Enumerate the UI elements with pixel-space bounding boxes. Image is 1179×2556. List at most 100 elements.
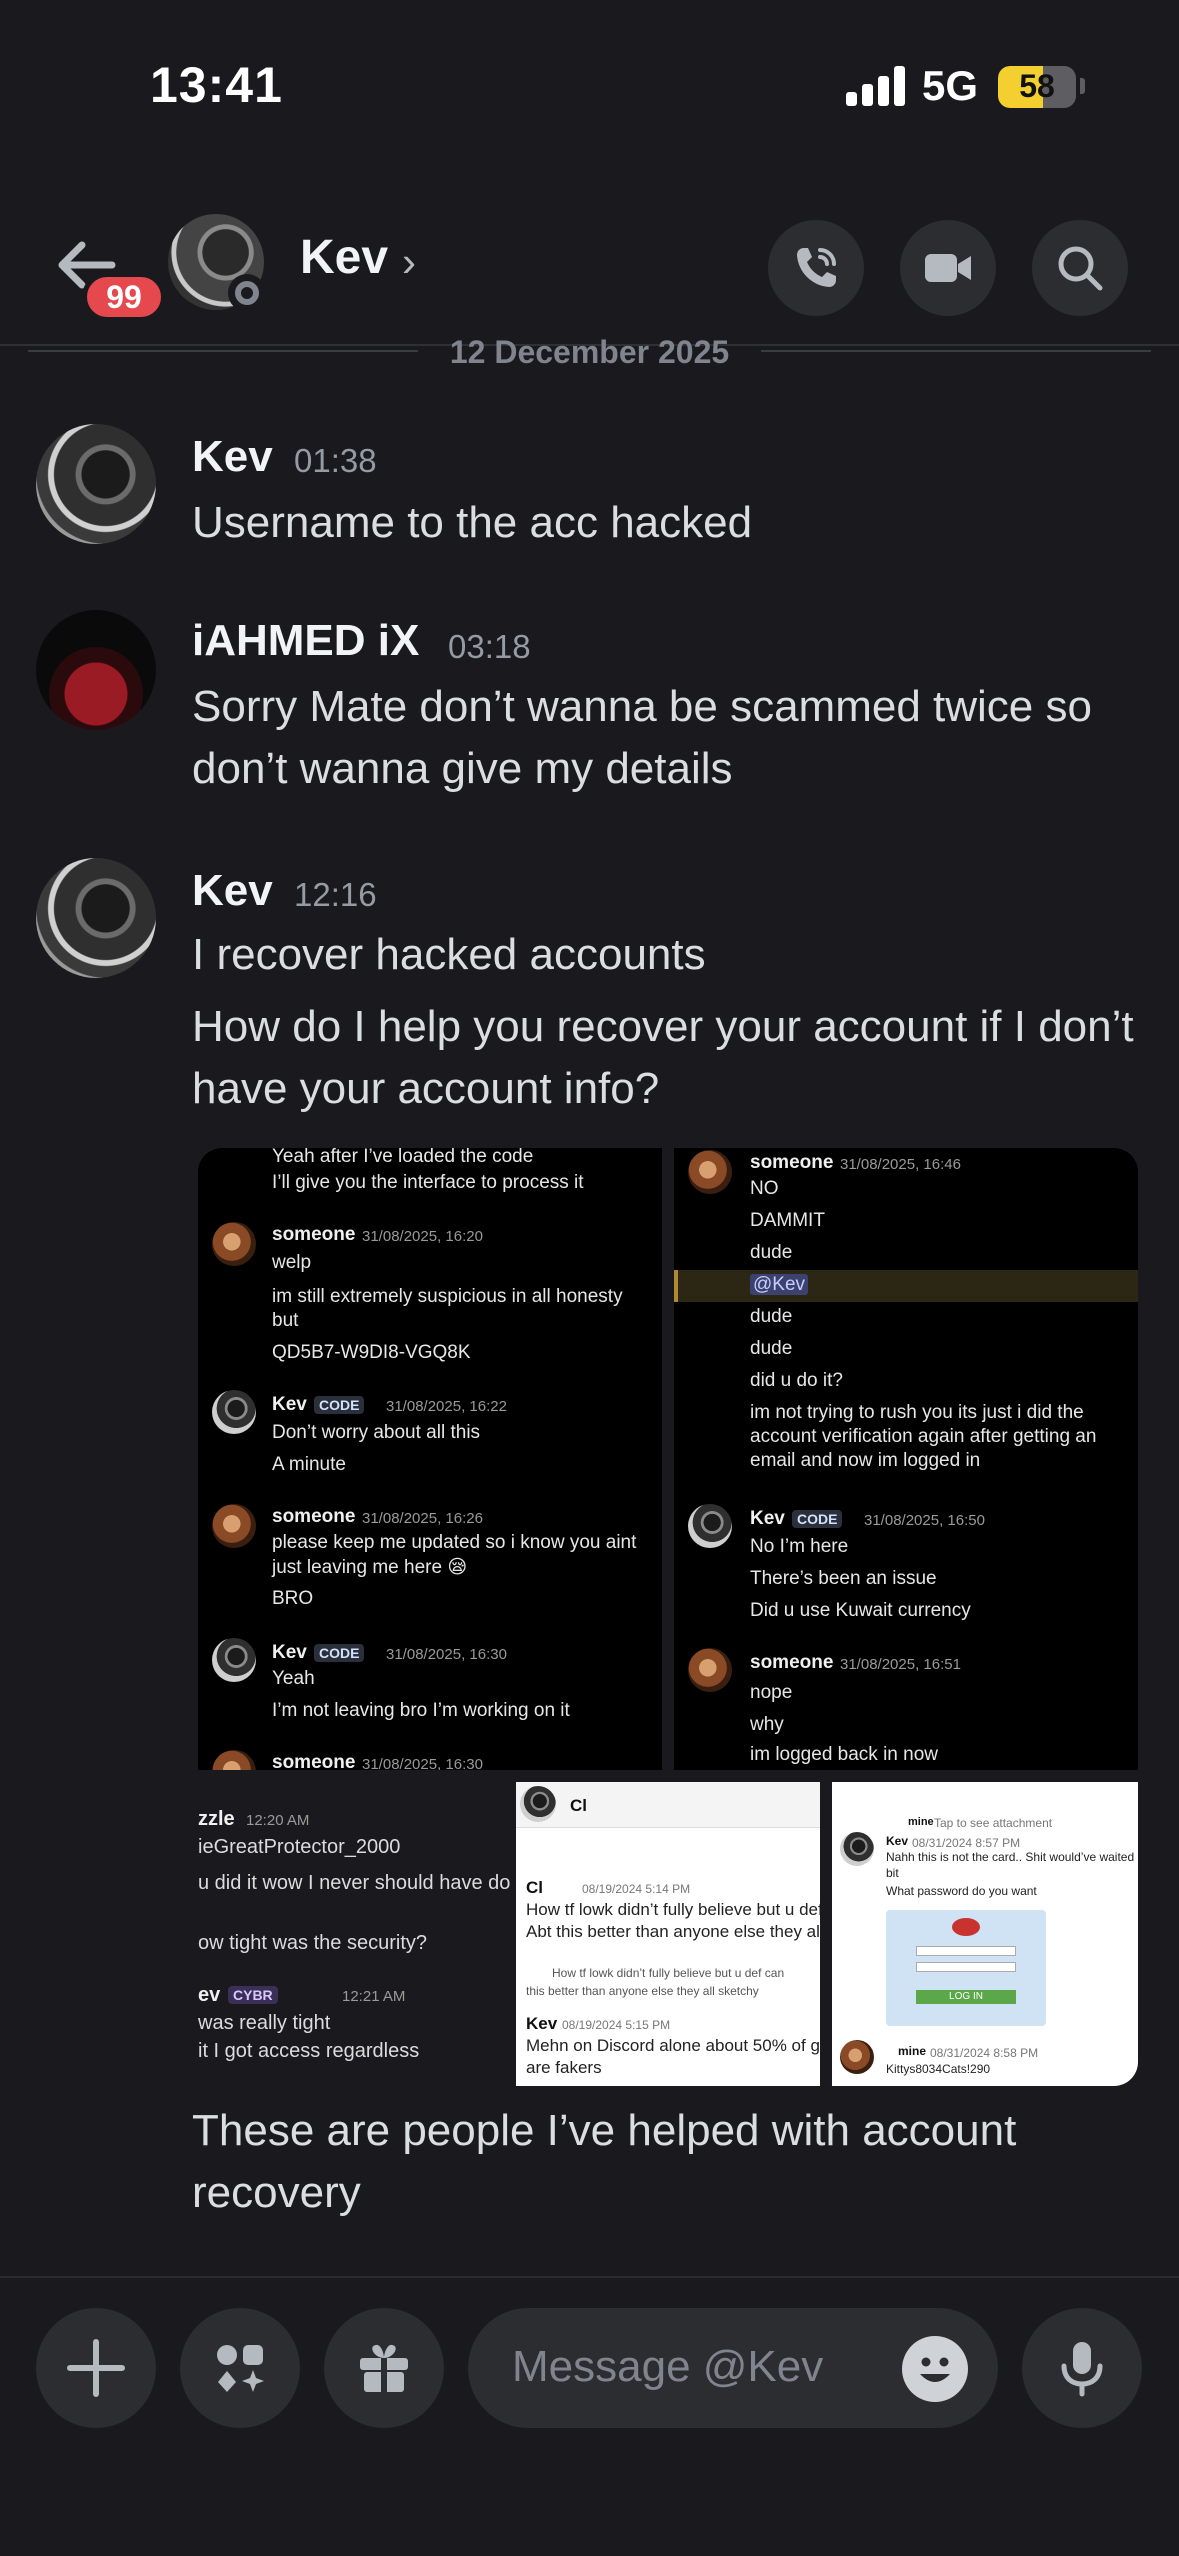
screenshot-text: @Kev	[750, 1274, 809, 1296]
search-icon	[1058, 246, 1103, 291]
apps-icon	[217, 2345, 264, 2392]
message-placeholder: Message @Kev	[512, 2342, 824, 2391]
password-field	[916, 1962, 1016, 1972]
screenshot-timestamp: Tap to see attachment	[934, 1816, 1053, 1830]
screenshot-text: Don’t worry about all this	[272, 1422, 481, 1443]
avatar	[688, 1150, 732, 1194]
screenshot-text: Abt this better than anyone else they al…	[526, 1922, 820, 1941]
screenshot-header	[516, 1782, 820, 1828]
avatar[interactable]	[36, 610, 156, 730]
unread-badge: 99	[82, 272, 166, 322]
battery-nub	[1080, 78, 1085, 94]
screenshot-timestamp: 08/31/2024 8:58 PM	[930, 2046, 1039, 2060]
voice-message-button[interactable]	[1022, 2308, 1142, 2428]
battery-level: 58	[1019, 68, 1055, 104]
screenshot-author: Kev	[750, 1508, 785, 1529]
screenshot-text: How tf lowk didn’t fully believe but u d…	[552, 1966, 785, 1980]
screenshot-text: Nahh this is not the card.. Shit would’v…	[886, 1850, 1138, 1864]
screenshot-timestamp: 31/08/2025, 16:46	[840, 1156, 961, 1173]
avatar[interactable]	[36, 858, 156, 978]
attachment-image[interactable]: zzle 12:20 AM ieGreatProtector_2000 u di…	[198, 1780, 510, 2086]
status-bar: 13:41 5G 58	[0, 0, 1179, 170]
avatar	[840, 2040, 874, 2074]
avatar	[212, 1222, 256, 1266]
date-label: 12 December 2025	[449, 334, 730, 370]
screenshot-timestamp: 31/08/2025, 16:51	[840, 1656, 961, 1673]
screenshot-text: How tf lowk didn’t fully believe but u d…	[526, 1900, 820, 1919]
screenshot-timestamp: 31/08/2025, 16:50	[864, 1512, 985, 1529]
screenshot-author: Kev	[272, 1642, 307, 1663]
screenshot-text: There’s been an issue	[750, 1568, 937, 1589]
role-badge: CYBR	[228, 1986, 278, 2004]
screenshot-timestamp: 08/19/2024 5:15 PM	[562, 2018, 671, 2032]
message-input[interactable]: Message @Kev	[468, 2308, 998, 2428]
avatar	[520, 1786, 556, 1822]
attachment-image[interactable]: someone 31/08/2025, 16:46 NO DAMMIT dude…	[674, 1148, 1138, 1770]
screenshot-text: NO	[750, 1178, 779, 1199]
gift-button[interactable]	[324, 2308, 444, 2428]
screenshot-author: Kev	[272, 1394, 307, 1415]
screenshot-text: please keep me updated so i know you ain…	[272, 1532, 637, 1553]
screenshot-timestamp: 08/19/2024 5:14 PM	[582, 1882, 691, 1896]
screenshot-text: Kittys8034Cats!290	[886, 2062, 991, 2076]
emoji-icon	[920, 2357, 950, 2382]
message-text: These are people I’ve helped with accoun…	[192, 2106, 1017, 2217]
screenshot-title: Cl	[570, 1796, 587, 1815]
screenshot-text: DAMMIT	[750, 1210, 825, 1231]
screenshot-text: im logged back in now	[750, 1744, 938, 1765]
screenshot-text: this better than anyone else they all sk…	[526, 1984, 759, 1998]
chat-title[interactable]: Kev	[300, 230, 388, 285]
emoji-button[interactable]	[902, 2336, 968, 2402]
message-timestamp: 03:18	[448, 628, 531, 665]
screenshot-author: someone	[750, 1652, 834, 1673]
video-call-button[interactable]	[900, 220, 996, 316]
microphone-icon	[1061, 2342, 1103, 2397]
screenshot-text: What password do you want	[886, 1884, 1037, 1898]
screenshot-text: im still extremely suspicious in all hon…	[272, 1286, 623, 1307]
screenshot-text: ieGreatProtector_2000	[198, 1836, 401, 1858]
screenshot-author: zzle	[198, 1808, 235, 1830]
screenshot-text: nope	[750, 1682, 793, 1703]
screenshot-text: are fakers	[526, 2058, 602, 2077]
screenshot-text: dude	[750, 1338, 793, 1359]
message-author[interactable]: Kev	[192, 432, 273, 482]
message-author[interactable]: iAHMED iX	[192, 616, 419, 666]
avatar[interactable]	[36, 424, 156, 544]
screenshot-author: someone	[272, 1752, 356, 1770]
screenshot-text: im not trying to rush you its just i did…	[750, 1402, 1084, 1423]
voice-call-button[interactable]	[768, 220, 864, 316]
message-text: Sorry Mate don’t wanna be scammed twice …	[192, 682, 1092, 793]
avatar	[212, 1504, 256, 1548]
role-badge: CODE	[314, 1396, 365, 1414]
apps-button[interactable]	[180, 2308, 300, 2428]
screenshot-text: but	[272, 1310, 299, 1331]
screenshot-author: mine	[908, 1816, 934, 1828]
battery-icon: 58	[998, 66, 1076, 108]
screenshot-author: ev	[198, 1984, 221, 2006]
role-badge: CODE	[314, 1644, 365, 1662]
screenshot-timestamp: 31/08/2025, 16:22	[386, 1398, 507, 1415]
screenshot-text: I’m not leaving bro I’m working on it	[272, 1700, 570, 1721]
chevron-right-icon[interactable]: ›	[402, 238, 416, 286]
screenshot-text: was really tight	[198, 2012, 331, 2034]
screenshot-timestamp: 31/08/2025, 16:20	[362, 1228, 483, 1245]
avatar	[212, 1638, 256, 1682]
attachment-image[interactable]: Cl Cl 08/19/2024 5:14 PM How tf lowk did…	[516, 1782, 820, 2086]
avatar	[212, 1750, 256, 1770]
screenshot-text: ow tight was the security?	[198, 1932, 427, 1954]
network-type: 5G	[922, 62, 979, 109]
message-text: Username to the acc hacked	[192, 498, 753, 547]
search-button[interactable]	[1032, 220, 1128, 316]
screenshot-author: someone	[750, 1152, 834, 1173]
screenshot-timestamp: 08/31/2024 8:57 PM	[912, 1836, 1021, 1850]
plus-icon	[67, 2339, 125, 2397]
screenshot-text: Yeah after I’ve loaded the code	[272, 1148, 534, 1167]
attach-button[interactable]	[36, 2308, 156, 2428]
attachment-image[interactable]: mine Tap to see attachment Kev 08/31/202…	[832, 1782, 1138, 2086]
logo-icon	[952, 1918, 980, 1936]
message-author[interactable]: Kev	[192, 866, 273, 916]
screenshot-text: dude	[750, 1242, 793, 1263]
role-badge: CODE	[792, 1510, 843, 1528]
message-timestamp: 01:38	[294, 442, 377, 479]
attachment-image[interactable]: Yeah after I’ve loaded the code I’ll giv…	[198, 1148, 662, 1770]
